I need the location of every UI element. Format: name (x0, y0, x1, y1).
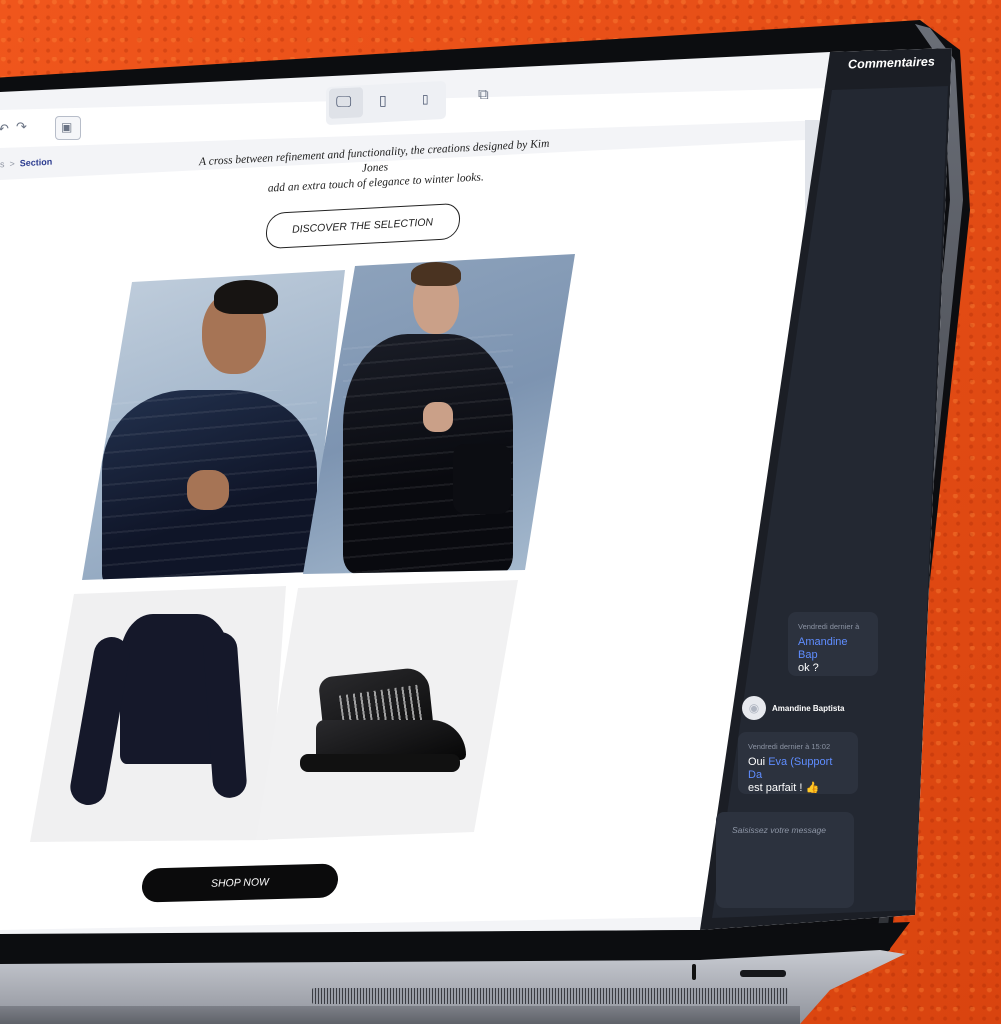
speaker-grill (312, 988, 788, 1004)
comment-text: est parfait ! 👍 (748, 782, 820, 794)
desktop-icon: 🖵 (336, 92, 352, 111)
laptop-screen: ↶ ↷ ▣ 🖵 ▯ ▯ ⧉ s > Section A cross betwee… (0, 48, 952, 935)
comment-time: Vendredi dernier à 15:02 (748, 742, 831, 751)
port-slot (740, 970, 786, 977)
comment-prefix: Oui (748, 756, 769, 768)
boot-sole (300, 754, 460, 772)
undo-icon[interactable]: ↶ (0, 122, 9, 137)
shoulder-bag-shape (453, 444, 511, 514)
breadcrumb-separator: > (9, 158, 15, 169)
comment-text: ok ? (798, 662, 819, 674)
base-edge (0, 1006, 800, 1024)
comment-input-box[interactable] (716, 812, 854, 908)
tablet-icon[interactable]: ▯ (379, 94, 387, 108)
sweater-right-sleeve (202, 631, 248, 799)
breadcrumb-current: Section (19, 156, 53, 169)
author-name: Amandine Baptista (772, 703, 845, 713)
model-hand (187, 470, 229, 510)
product-image-boot[interactable] (256, 580, 518, 840)
indicator-light (692, 964, 696, 980)
breadcrumb-prev[interactable]: s (0, 159, 5, 169)
comment-mention[interactable]: Amandine Bap (798, 636, 848, 661)
model-hand (423, 402, 453, 432)
comment-input[interactable] (730, 824, 852, 836)
redo-icon[interactable]: ↷ (16, 120, 27, 135)
model-hair (411, 262, 461, 286)
discover-selection-label: DISCOVER THE SELECTION (292, 216, 434, 236)
model-hair (214, 280, 278, 314)
comment-message-1[interactable]: Vendredi dernier à Amandine Bap ok ? (788, 612, 878, 676)
rotate-device-icon[interactable]: ⧉ (478, 87, 489, 102)
avatar: ◉ (742, 696, 766, 720)
comment-time: Vendredi dernier à (798, 622, 860, 631)
user-icon: ◉ (748, 701, 760, 715)
shop-now-label: SHOP NOW (210, 876, 270, 890)
layers-icon: ▣ (61, 120, 73, 134)
shop-now-button[interactable]: SHOP NOW (140, 863, 340, 903)
comment-message-2[interactable]: Vendredi dernier à 15:02 Oui Eva (Suppor… (738, 732, 858, 794)
mobile-icon[interactable]: ▯ (422, 93, 429, 105)
layers-button[interactable]: ▣ (55, 116, 81, 140)
comment-author: ◉ Amandine Baptista (742, 696, 844, 720)
